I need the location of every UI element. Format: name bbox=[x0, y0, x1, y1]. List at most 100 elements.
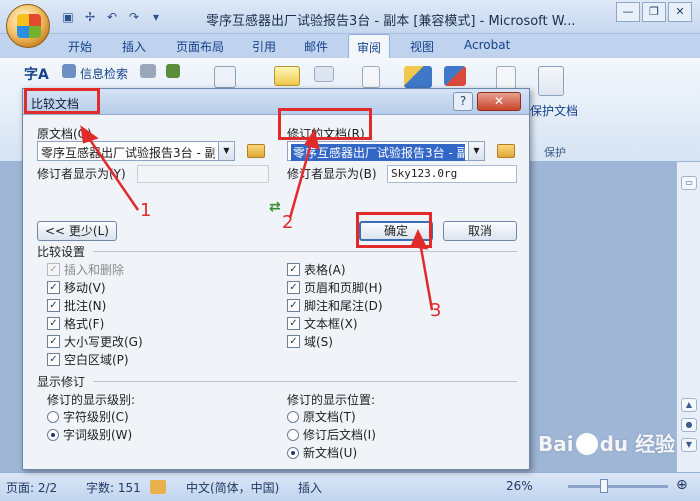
annotation-box-ok bbox=[356, 212, 432, 248]
accept-reject-icon[interactable] bbox=[444, 66, 466, 86]
quick-access-toolbar: ▣ ✢ ↶ ↷ ▾ bbox=[60, 9, 164, 25]
less-button[interactable]: << 更少(L) bbox=[37, 221, 117, 241]
scroll-up-icon[interactable]: ▲ bbox=[681, 398, 697, 412]
undo-icon[interactable]: ↶ bbox=[104, 9, 120, 25]
title-bar: ▣ ✢ ↶ ↷ ▾ 零序互感器出厂试验报告3台 - 副本 [兼容模式] - Mi… bbox=[0, 0, 700, 34]
radio-revised-document[interactable]: 修订后文档(I) bbox=[287, 426, 376, 443]
checkbox-fields[interactable]: ✓ 域(S) bbox=[287, 333, 333, 350]
comment-icon[interactable] bbox=[274, 66, 300, 86]
zoom-in-icon[interactable]: ⊕ bbox=[676, 477, 688, 493]
split-icon[interactable]: ✢ bbox=[82, 9, 98, 25]
change-level-title: 修订的显示级别: bbox=[47, 393, 136, 407]
thesaurus-icon[interactable] bbox=[166, 64, 180, 78]
zoom-level[interactable]: 26% bbox=[506, 479, 533, 493]
tab-home[interactable]: 开始 bbox=[68, 38, 92, 55]
protect-document-icon[interactable] bbox=[538, 66, 564, 96]
proofing-icon[interactable] bbox=[150, 480, 166, 494]
revised-document-value: 零序互感器出厂试验报告3台 - 副 bbox=[291, 144, 465, 161]
show-changes-title: 显示修订 bbox=[37, 375, 86, 389]
zoom-slider-thumb[interactable] bbox=[600, 479, 608, 493]
office-button[interactable] bbox=[6, 4, 50, 48]
spelling-icon[interactable]: 字A bbox=[24, 64, 49, 84]
track-changes-icon[interactable] bbox=[362, 66, 380, 88]
checkbox-headers-footers[interactable]: ✓ 页眉和页脚(H) bbox=[287, 279, 382, 296]
insert-mode[interactable]: 插入 bbox=[298, 479, 322, 496]
checkbox-white-space[interactable]: ✓ 空白区域(P) bbox=[47, 351, 129, 368]
redo-icon[interactable]: ↷ bbox=[126, 9, 142, 25]
help-button[interactable]: ? bbox=[453, 92, 473, 111]
radio-original-document[interactable]: 原文档(T) bbox=[287, 408, 356, 425]
watermark-text-mid: du bbox=[599, 432, 629, 456]
original-author-field[interactable] bbox=[137, 165, 269, 183]
maximize-button[interactable]: ❐ bbox=[642, 2, 666, 22]
checkmark-icon: ✓ bbox=[287, 281, 300, 294]
annotation-number-3: 3 bbox=[430, 300, 442, 321]
close-window-button[interactable]: ✕ bbox=[668, 2, 692, 22]
translate-icon[interactable] bbox=[140, 64, 156, 78]
radio-icon bbox=[287, 410, 299, 423]
scroll-down-icon[interactable]: ▼ bbox=[681, 438, 697, 452]
checkmark-icon: ✓ bbox=[47, 317, 60, 330]
radio-new-document[interactable]: 新文档(U) bbox=[287, 444, 357, 461]
checkbox-formatting[interactable]: ✓ 格式(F) bbox=[47, 315, 104, 332]
checkbox-insert-delete[interactable]: ✓ 插入和删除 bbox=[47, 261, 124, 278]
compare-documents-dialog: 比较文档 ? ✕ 原文档(O) 零序互感器出厂试验报告3台 - 副 ▼ 修订者显… bbox=[22, 88, 530, 470]
tab-acrobat[interactable]: Acrobat bbox=[464, 38, 510, 52]
tab-references[interactable]: 引用 bbox=[252, 38, 276, 55]
tab-review[interactable]: 审阅 bbox=[348, 34, 391, 58]
watermark-text-right: 经验 bbox=[635, 432, 676, 456]
dialog-close-button[interactable]: ✕ bbox=[477, 92, 521, 111]
customize-icon[interactable]: ▾ bbox=[148, 9, 164, 25]
word-count[interactable]: 字数: 151 bbox=[86, 479, 141, 496]
research-icon bbox=[62, 64, 76, 78]
checkbox-case-changes[interactable]: ✓ 大小写更改(G) bbox=[47, 333, 143, 350]
radio-char-level[interactable]: 字符级别(C) bbox=[47, 408, 129, 425]
checkmark-icon: ✓ bbox=[287, 263, 300, 276]
new-comment-icon[interactable] bbox=[214, 66, 236, 88]
zoom-slider[interactable] bbox=[568, 485, 668, 488]
tab-insert[interactable]: 插入 bbox=[122, 38, 146, 55]
tab-mailings[interactable]: 邮件 bbox=[304, 38, 328, 55]
annotation-box-title bbox=[24, 88, 100, 114]
baidu-watermark: Bai du 经验 bbox=[538, 428, 675, 457]
minimize-button[interactable]: — bbox=[616, 2, 640, 22]
browse-original-folder-icon[interactable] bbox=[247, 144, 265, 158]
checkbox-footnotes[interactable]: ✓ 脚注和尾注(D) bbox=[287, 297, 383, 314]
radio-icon bbox=[287, 428, 299, 441]
change-location-title: 修订的显示位置: bbox=[287, 393, 376, 407]
chevron-down-icon[interactable]: ▼ bbox=[218, 142, 234, 160]
radio-word-level[interactable]: 字词级别(W) bbox=[47, 426, 132, 443]
office-logo-icon bbox=[17, 14, 41, 38]
revised-author-field[interactable]: Sky123.0rg bbox=[387, 165, 517, 183]
checkbox-textboxes[interactable]: ✓ 文本框(X) bbox=[287, 315, 358, 332]
delete-comment-icon[interactable] bbox=[314, 66, 334, 82]
tab-view[interactable]: 视图 bbox=[410, 38, 434, 55]
swap-documents-icon[interactable]: ⇄ bbox=[269, 199, 281, 215]
save-icon[interactable]: ▣ bbox=[60, 9, 76, 25]
language-indicator[interactable]: 中文(简体，中国) bbox=[186, 479, 279, 496]
revised-author-label: 修订者显示为(B) bbox=[287, 167, 377, 181]
browse-revised-folder-icon[interactable] bbox=[497, 144, 515, 158]
browse-object-icon[interactable]: ● bbox=[681, 418, 697, 432]
scroll-split-icon[interactable]: ▭ bbox=[681, 176, 697, 190]
research-button[interactable]: 信息检索 bbox=[80, 65, 128, 82]
compare-settings-title: 比较设置 bbox=[37, 245, 86, 259]
protect-document-button[interactable]: 保护文档 bbox=[530, 102, 578, 119]
checkmark-icon: ✓ bbox=[47, 335, 60, 348]
page-indicator[interactable]: 页面: 2/2 bbox=[6, 479, 57, 496]
vertical-scrollbar[interactable]: ▭ ▲ ● ▼ bbox=[676, 162, 700, 472]
tab-layout[interactable]: 页面布局 bbox=[176, 38, 224, 55]
cancel-button[interactable]: 取消 bbox=[443, 221, 517, 241]
compare-icon[interactable] bbox=[496, 66, 516, 90]
checkbox-moves[interactable]: ✓ 移动(V) bbox=[47, 279, 106, 296]
checkmark-icon: ✓ bbox=[287, 299, 300, 312]
checkbox-tables[interactable]: ✓ 表格(A) bbox=[287, 261, 346, 278]
original-document-value: 零序互感器出厂试验报告3台 - 副 bbox=[41, 146, 215, 160]
checkmark-icon: ✓ bbox=[47, 353, 60, 366]
original-document-combo[interactable]: 零序互感器出厂试验报告3台 - 副 ▼ bbox=[37, 141, 235, 161]
pen-icon[interactable] bbox=[404, 66, 432, 88]
chevron-down-icon[interactable]: ▼ bbox=[468, 142, 484, 160]
revised-document-combo[interactable]: 零序互感器出厂试验报告3台 - 副 ▼ bbox=[287, 141, 485, 161]
original-author-label: 修订者显示为(Y) bbox=[37, 167, 126, 181]
checkbox-comments[interactable]: ✓ 批注(N) bbox=[47, 297, 106, 314]
